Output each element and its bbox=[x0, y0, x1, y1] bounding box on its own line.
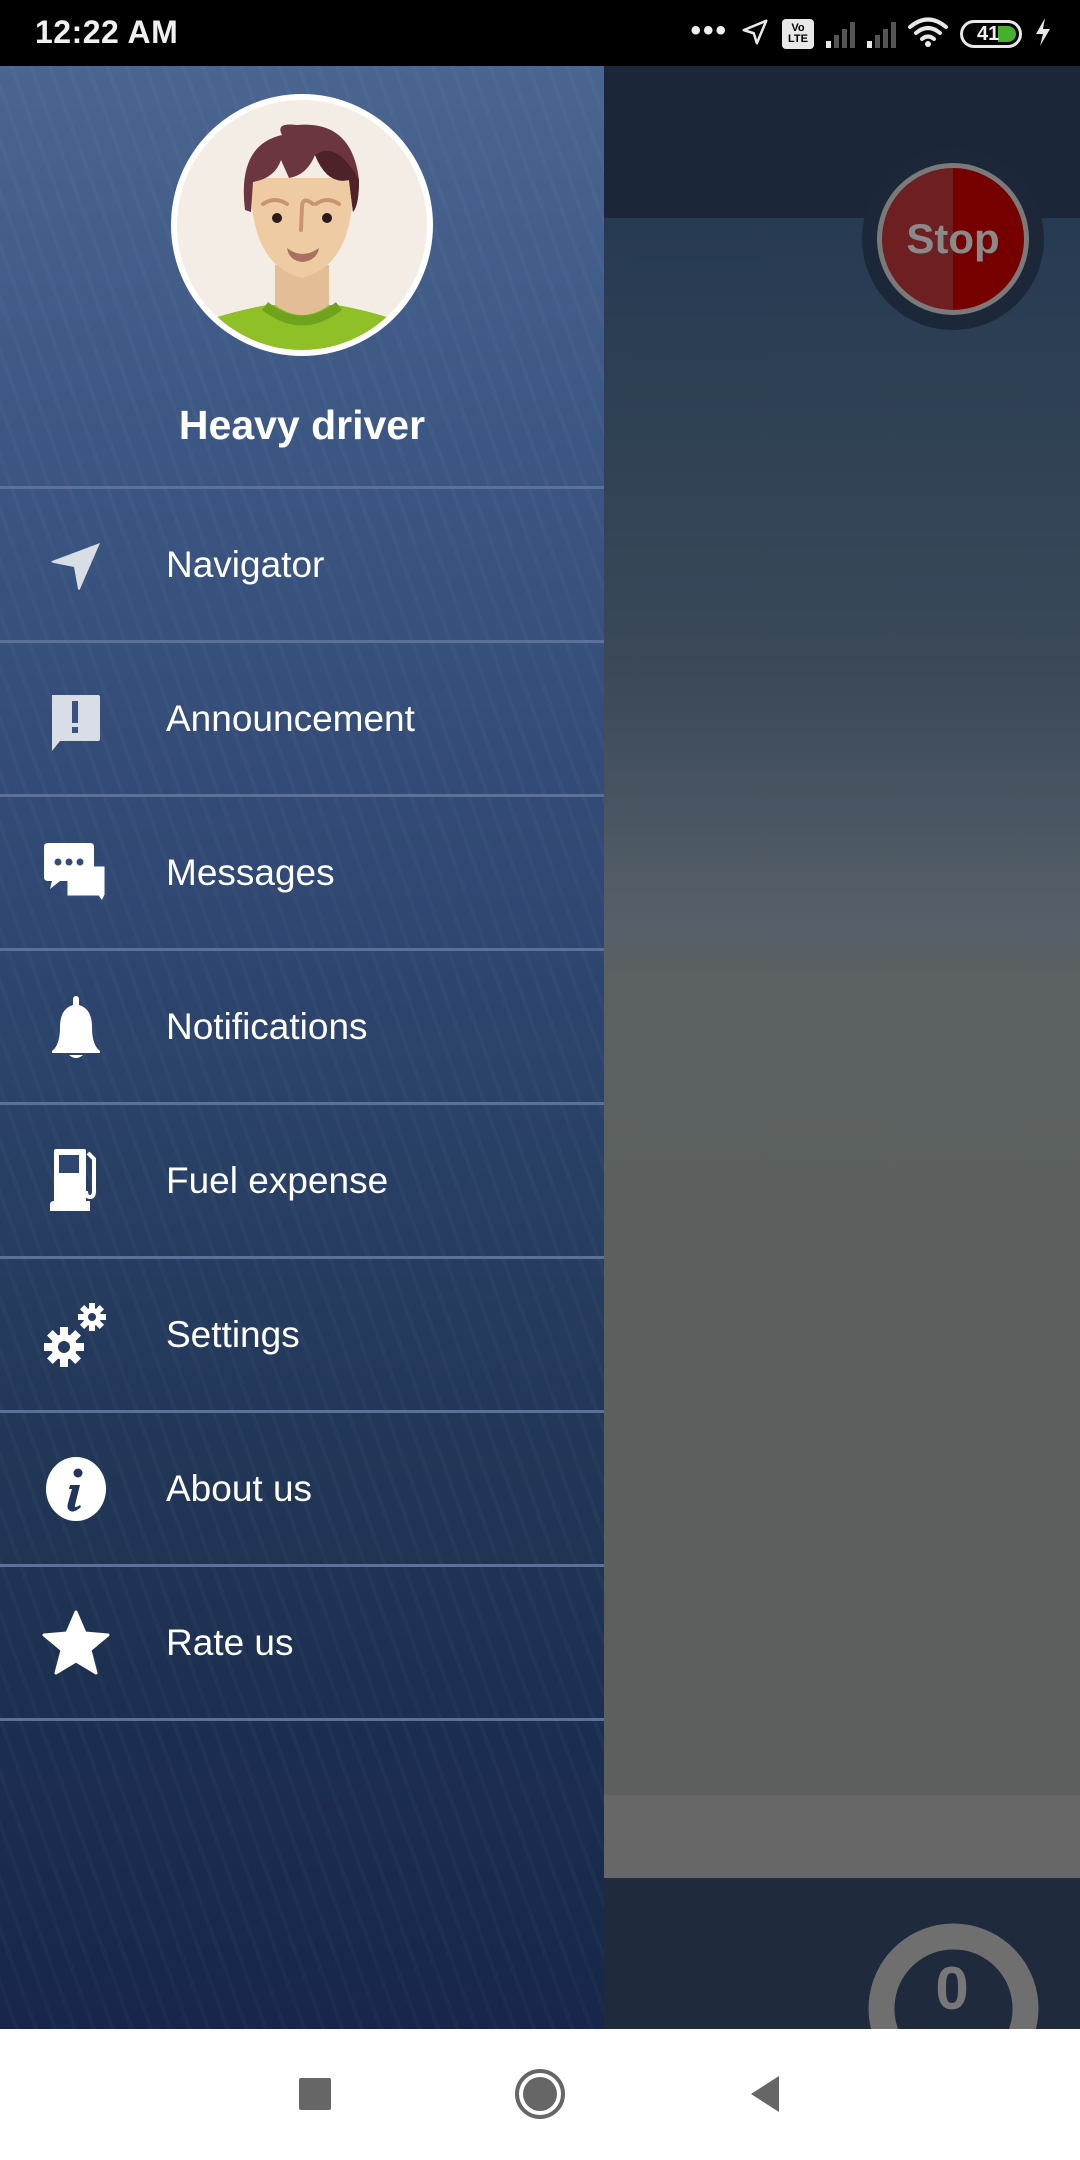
more-notifications-icon: ••• bbox=[690, 14, 728, 47]
gears-icon bbox=[40, 1299, 112, 1371]
volte-bottom-text: LTE bbox=[788, 33, 808, 45]
messages-icon bbox=[40, 837, 112, 909]
profile-name: Heavy driver bbox=[178, 402, 426, 448]
status-icons: ••• Vo LTE 41 bbox=[690, 12, 1052, 56]
menu-item-label: Settings bbox=[166, 1313, 300, 1355]
wifi-icon bbox=[908, 16, 948, 53]
menu-item-label: Navigator bbox=[166, 543, 325, 585]
menu-item-settings[interactable]: Settings bbox=[0, 1259, 604, 1413]
navigation-arrow-icon bbox=[40, 529, 112, 601]
menu-item-announcement[interactable]: Announcement bbox=[0, 643, 604, 797]
back-triangle-icon bbox=[751, 2076, 779, 2112]
bell-icon bbox=[40, 991, 112, 1063]
menu-item-label: About us bbox=[166, 1467, 313, 1509]
info-icon bbox=[40, 1453, 112, 1525]
star-icon bbox=[40, 1607, 112, 1679]
announcement-icon bbox=[40, 683, 112, 755]
battery-level: 41 bbox=[977, 23, 1000, 45]
clock: 12:22 AM bbox=[35, 14, 179, 50]
menu-item-label: Rate us bbox=[166, 1621, 294, 1663]
fuel-pump-icon bbox=[40, 1145, 112, 1217]
home-button[interactable] bbox=[510, 2064, 570, 2124]
battery-icon: 41 bbox=[960, 20, 1022, 48]
battery-fill bbox=[998, 26, 1016, 42]
system-navigation-bar bbox=[0, 2029, 1080, 2160]
menu-item-label: Fuel expense bbox=[166, 1159, 389, 1201]
location-icon bbox=[740, 17, 770, 52]
menu-item-messages[interactable]: Messages bbox=[0, 797, 604, 951]
circle-home-icon bbox=[515, 2069, 565, 2119]
status-bar: 12:22 AM ••• Vo LTE 41 bbox=[0, 0, 1080, 66]
menu-item-navigator[interactable]: Navigator bbox=[0, 489, 604, 643]
square-icon bbox=[299, 2078, 331, 2110]
navigation-drawer: Heavy driver Navigator Announcement Mess… bbox=[0, 66, 604, 2029]
signal-sim2-icon bbox=[867, 20, 896, 48]
recents-button[interactable] bbox=[285, 2064, 345, 2124]
menu-item-notifications[interactable]: Notifications bbox=[0, 951, 604, 1105]
drawer-menu: Navigator Announcement Messages Notifica… bbox=[0, 486, 604, 1721]
back-button[interactable] bbox=[735, 2064, 795, 2124]
charging-icon bbox=[1034, 17, 1052, 52]
menu-item-label: Announcement bbox=[166, 697, 415, 739]
signal-sim1-icon bbox=[826, 20, 855, 48]
drawer-scrim[interactable] bbox=[604, 66, 1080, 2029]
menu-item-about-us[interactable]: About us bbox=[0, 1413, 604, 1567]
menu-item-rate-us[interactable]: Rate us bbox=[0, 1567, 604, 1721]
menu-item-label: Notifications bbox=[166, 1005, 368, 1047]
volte-icon: Vo LTE bbox=[782, 19, 814, 49]
menu-item-fuel-expense[interactable]: Fuel expense bbox=[0, 1105, 604, 1259]
avatar[interactable] bbox=[171, 94, 433, 356]
avatar-illustration-icon bbox=[177, 100, 427, 350]
menu-item-label: Messages bbox=[166, 851, 335, 893]
